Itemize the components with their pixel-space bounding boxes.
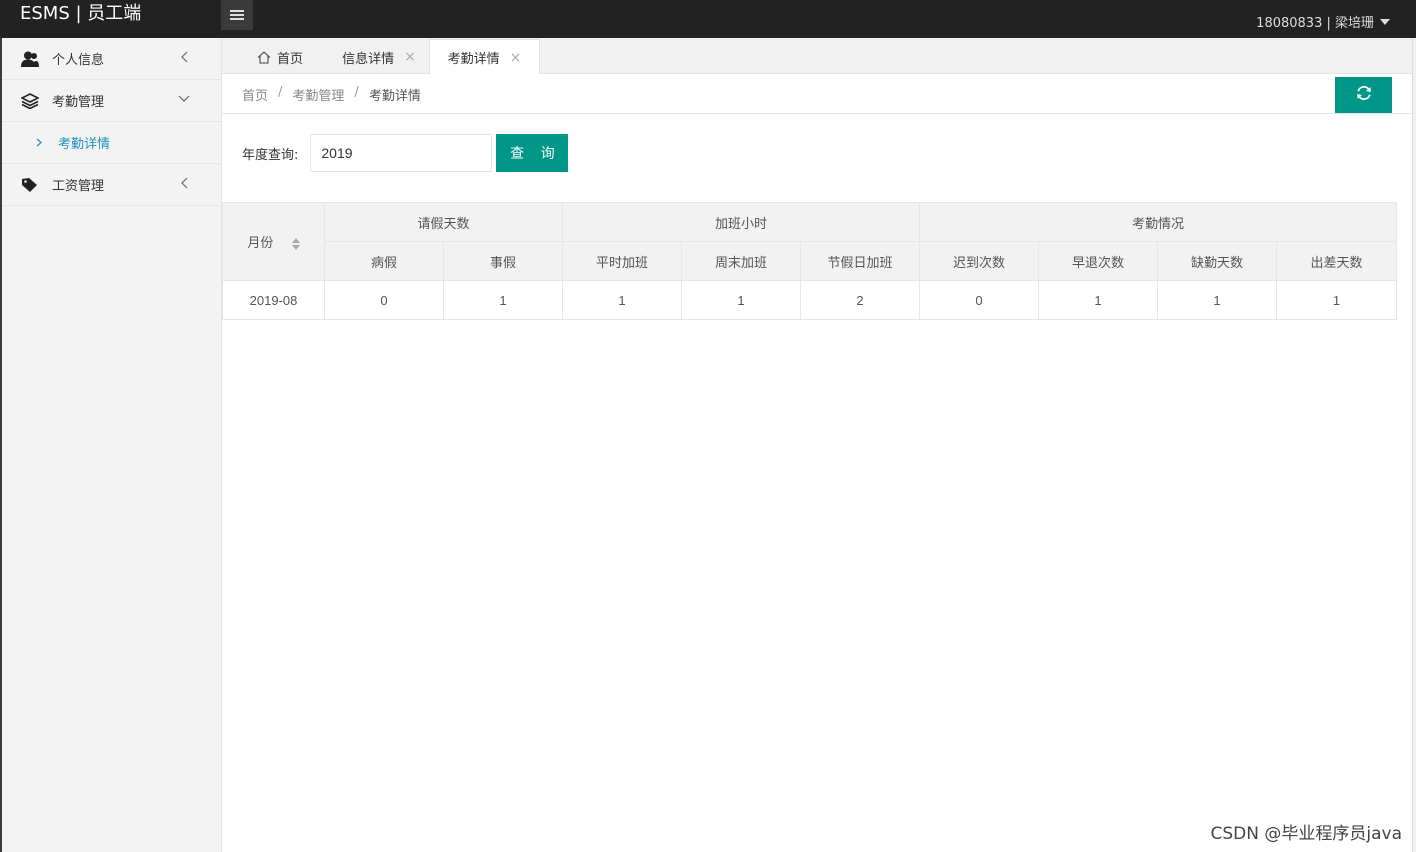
column-header: 迟到次数	[919, 241, 1040, 281]
refresh-icon	[1355, 84, 1373, 106]
breadcrumb-separator: /	[278, 85, 283, 100]
user-label: 18080833 | 梁培珊	[1256, 16, 1374, 31]
query-button[interactable]: 查 询	[496, 134, 569, 172]
user-icon	[20, 49, 40, 69]
breadcrumb-current: 考勤详情	[368, 89, 421, 104]
table-cell: 2	[800, 280, 921, 320]
caret-down-icon	[1380, 18, 1390, 25]
sidebar-item-attendance[interactable]: 考勤管理	[2, 80, 221, 122]
table-cell: 1	[442, 280, 564, 320]
sort-icon[interactable]	[291, 237, 300, 250]
sidebar-item-personal-info[interactable]: 个人信息	[2, 38, 221, 80]
chevron-right-icon	[36, 138, 44, 148]
column-header: 周末加班	[681, 241, 802, 281]
home-icon	[257, 50, 271, 64]
sidebar-item-label: 考勤管理	[52, 95, 105, 110]
column-header: 平时加班	[562, 241, 683, 281]
table-row: 2019-08 0 1 1 1 2 0 1 1 1	[222, 280, 1398, 320]
table-cell: 0	[324, 280, 444, 320]
chevron-down-icon	[177, 92, 191, 106]
tab-home[interactable]: 首页	[244, 40, 316, 74]
group-header-leave: 请假天数	[323, 202, 564, 242]
sidebar: 个人信息 考勤管理 考勤详情 工资管理	[0, 38, 222, 852]
breadcrumb-bar: 首页 / 考勤管理 / 考勤详情	[222, 74, 1412, 114]
chevron-left-icon	[177, 176, 191, 190]
menu-toggle-button[interactable]	[221, 0, 253, 30]
table-cell: 1	[1038, 280, 1159, 320]
tag-icon	[20, 175, 40, 195]
close-icon[interactable]: ×	[510, 51, 522, 65]
breadcrumb: 首页 / 考勤管理 / 考勤详情	[242, 85, 421, 104]
sidebar-subitem-attendance-detail[interactable]: 考勤详情	[2, 122, 221, 164]
sidebar-item-label: 工资管理	[52, 179, 105, 194]
hamburger-icon	[230, 10, 244, 20]
month-header-label: 月份	[247, 236, 274, 251]
tab-label: 考勤详情	[447, 52, 500, 67]
year-filter: 年度查询: 查 询	[242, 134, 569, 172]
attendance-table: 月份 请假天数 加班小时 考勤情况 病假 事假 平时加班 周末加班 节假日加班 …	[222, 202, 1398, 320]
column-header: 事假	[442, 241, 564, 281]
refresh-button[interactable]	[1335, 77, 1392, 113]
group-header-attendance: 考勤情况	[919, 202, 1398, 242]
user-menu[interactable]: 18080833 | 梁培珊	[1256, 12, 1390, 31]
column-header: 出差天数	[1276, 241, 1398, 281]
chevron-left-icon	[177, 50, 191, 64]
breadcrumb-item[interactable]: 考勤管理	[292, 85, 344, 104]
column-header: 缺勤天数	[1157, 241, 1278, 281]
table-cell: 0	[919, 280, 1040, 320]
year-filter-label: 年度查询:	[242, 147, 299, 163]
sidebar-item-label: 个人信息	[52, 53, 105, 68]
breadcrumb-item[interactable]: 首页	[242, 85, 268, 104]
year-input[interactable]	[310, 134, 493, 172]
table-cell: 1	[562, 280, 683, 320]
column-header: 早退次数	[1038, 241, 1159, 281]
top-navbar: ESMS | 员工端 18080833 | 梁培珊	[0, 0, 1416, 38]
sidebar-item-salary[interactable]: 工资管理	[2, 164, 221, 206]
table-cell: 1	[681, 280, 802, 320]
column-header: 节假日加班	[800, 241, 921, 281]
scrollbar-track[interactable]	[1412, 38, 1416, 852]
tab-info-detail[interactable]: 信息详情 ×	[330, 40, 428, 74]
month-cell: 2019-08	[222, 280, 325, 320]
watermark-text: CSDN @毕业程序员java	[1210, 824, 1403, 844]
app-brand: ESMS | 员工端	[20, 3, 142, 24]
tab-bar: 首页 信息详情 × 考勤详情 ×	[222, 38, 1412, 75]
layers-icon	[20, 91, 40, 111]
table-cell: 1	[1157, 280, 1278, 320]
month-column-header[interactable]: 月份	[222, 202, 325, 281]
tab-attendance-detail[interactable]: 考勤详情 ×	[429, 39, 540, 75]
breadcrumb-separator: /	[354, 85, 359, 100]
sidebar-subitem-label: 考勤详情	[58, 137, 111, 152]
close-icon[interactable]: ×	[404, 50, 416, 64]
table-cell: 1	[1276, 280, 1398, 320]
group-header-overtime: 加班小时	[562, 202, 921, 242]
tab-label: 首页	[276, 51, 303, 67]
tab-label: 信息详情	[342, 51, 395, 67]
column-header: 病假	[324, 241, 444, 281]
